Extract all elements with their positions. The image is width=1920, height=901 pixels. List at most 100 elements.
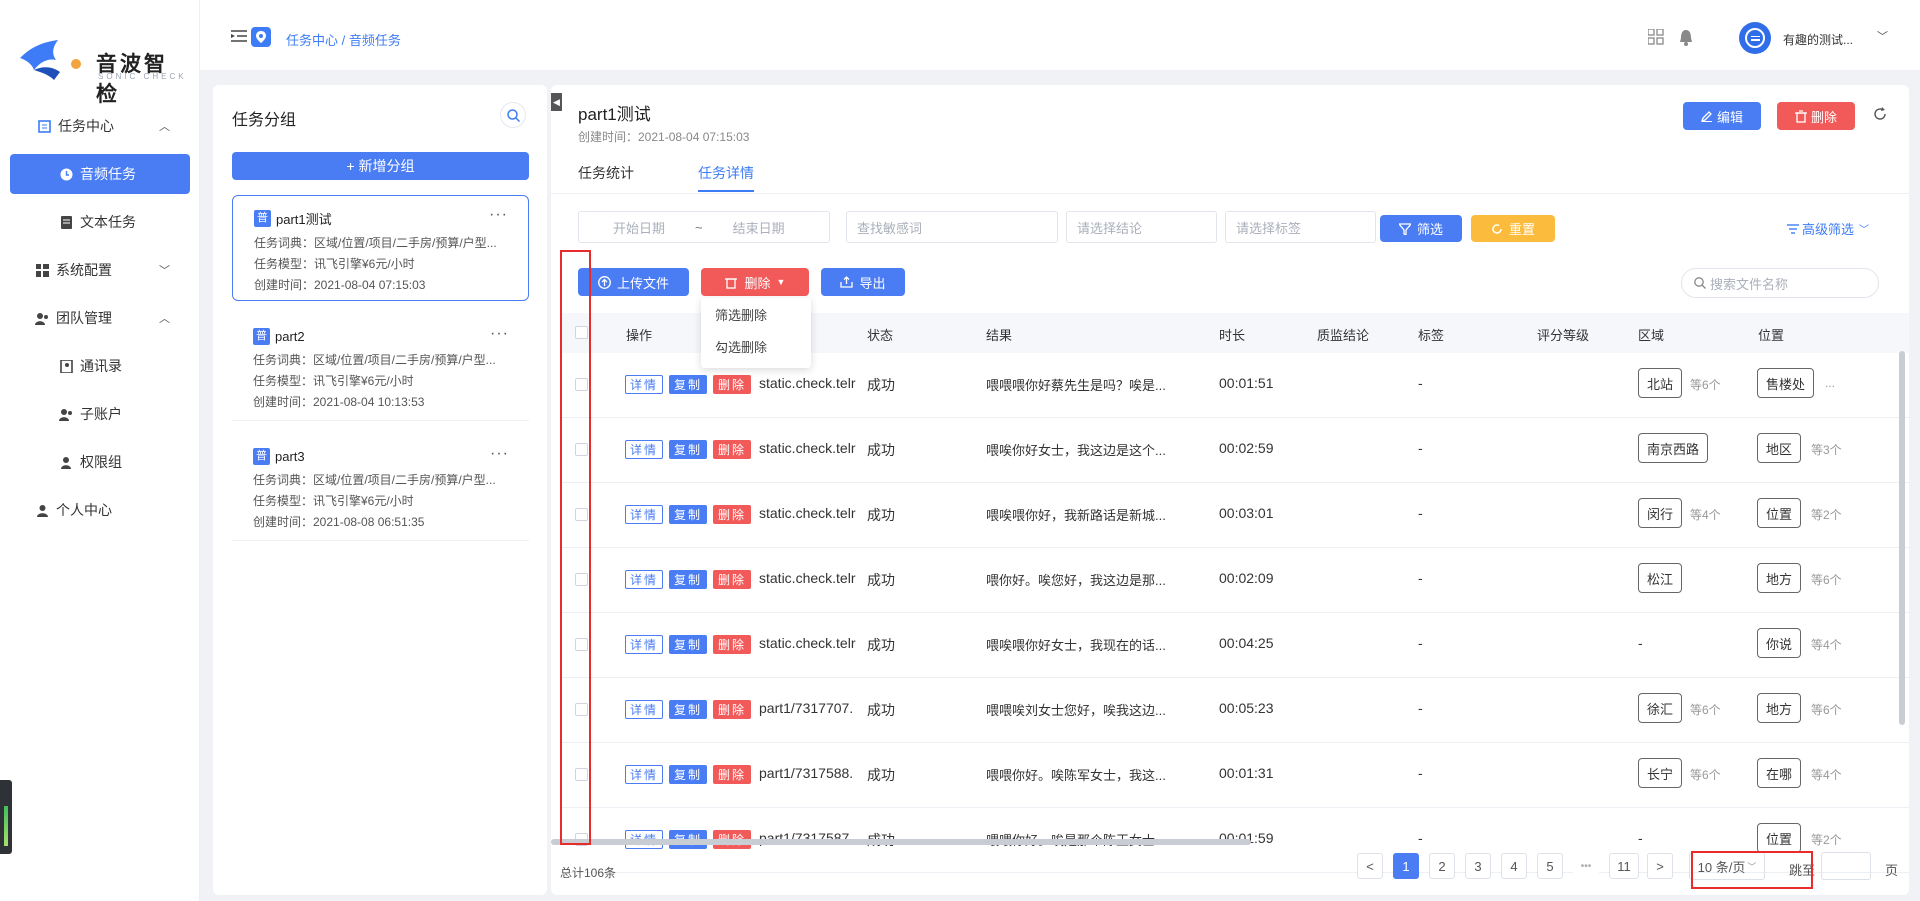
avatar[interactable] <box>1739 22 1771 54</box>
page-button[interactable]: 4 <box>1501 853 1527 879</box>
tag-select[interactable]: 请选择标签 <box>1225 211 1376 243</box>
sidebar-item-system-config[interactable]: 系统配置 ﹀ <box>10 250 190 290</box>
detail-button[interactable]: 详情 <box>625 375 663 394</box>
more-icon[interactable]: ··· <box>490 445 509 463</box>
detail-button[interactable]: 详情 <box>625 700 663 719</box>
bell-icon[interactable] <box>1679 29 1693 49</box>
group-card[interactable]: 普 part2 ··· 任务词典：区域/位置/项目/二手房/预算/户型... 任务… <box>232 315 529 421</box>
sidebar-item-task-center[interactable]: 任务中心 ︿ <box>10 106 190 146</box>
region-more-count[interactable]: 等6个 <box>1690 376 1721 393</box>
delete-row-button[interactable]: 删除 <box>713 505 751 524</box>
position-tag[interactable]: 在哪 <box>1757 758 1802 788</box>
page-button[interactable]: 3 <box>1465 853 1491 879</box>
detail-button[interactable]: 详情 <box>625 635 663 654</box>
menu-item-checked-delete[interactable]: 勾选删除 <box>701 330 811 362</box>
breadcrumb[interactable]: 任务中心 / 音频任务 <box>286 30 401 49</box>
file-name[interactable]: part1/7317707. <box>759 700 863 716</box>
bulk-delete-button[interactable]: 删除 ▼ <box>701 268 809 296</box>
delete-row-button[interactable]: 删除 <box>713 375 751 394</box>
position-more-count[interactable]: 等4个 <box>1811 636 1842 653</box>
page-button[interactable]: 5 <box>1537 853 1563 879</box>
date-range-picker[interactable]: 开始日期 ~ 结束日期 <box>578 211 830 243</box>
more-icon[interactable]: ··· <box>489 206 508 224</box>
delete-task-button[interactable]: 删除 <box>1777 102 1855 130</box>
position-more-count[interactable]: 等4个 <box>1811 766 1842 783</box>
sidebar-item-team-management[interactable]: 团队管理 ︿ <box>10 298 190 338</box>
page-ellipsis[interactable]: ••• <box>1573 853 1599 879</box>
apps-grid-icon[interactable] <box>1647 28 1664 48</box>
start-date-placeholder[interactable]: 开始日期 <box>613 218 665 237</box>
refresh-icon[interactable] <box>1873 107 1887 124</box>
file-name[interactable]: static.check.telr <box>759 635 863 651</box>
region-tag[interactable]: 徐汇 <box>1638 693 1683 723</box>
page-button[interactable]: 2 <box>1429 853 1455 879</box>
region-tag[interactable]: 北站 <box>1638 368 1683 398</box>
tab-task-statistics[interactable]: 任务统计 <box>578 163 634 183</box>
copy-button[interactable]: 复制 <box>669 440 707 459</box>
page-button[interactable]: 1 <box>1393 853 1419 879</box>
copy-button[interactable]: 复制 <box>669 570 707 589</box>
region-more-count[interactable]: 等6个 <box>1690 701 1721 718</box>
row-checkbox[interactable] <box>575 508 588 521</box>
select-all-checkbox[interactable] <box>575 326 588 339</box>
user-name[interactable]: 有趣的测试... <box>1783 31 1853 48</box>
position-more-count[interactable]: 等6个 <box>1811 701 1842 718</box>
delete-row-button[interactable]: 删除 <box>713 440 751 459</box>
edit-button[interactable]: 编辑 <box>1683 102 1761 130</box>
export-button[interactable]: 导出 <box>821 268 905 296</box>
position-more-count[interactable]: 等6个 <box>1811 571 1842 588</box>
keyword-input[interactable]: 查找敏感词 <box>846 211 1058 243</box>
row-checkbox[interactable] <box>575 638 588 651</box>
copy-button[interactable]: 复制 <box>669 375 707 394</box>
file-name[interactable]: static.check.telr <box>759 505 863 521</box>
row-checkbox[interactable] <box>575 768 588 781</box>
sidebar-item-permission-group[interactable]: 权限组 <box>10 442 190 482</box>
copy-button[interactable]: 复制 <box>669 635 707 654</box>
add-group-button[interactable]: + 新增分组 <box>232 152 529 180</box>
sidebar-item-sub-account[interactable]: 子账户 <box>10 394 190 434</box>
detail-button[interactable]: 详情 <box>625 765 663 784</box>
row-checkbox[interactable] <box>575 443 588 456</box>
menu-item-filter-delete[interactable]: 筛选删除 <box>701 298 811 330</box>
detail-button[interactable]: 详情 <box>625 505 663 524</box>
tab-task-details[interactable]: 任务详情 <box>698 163 754 192</box>
vertical-scrollbar[interactable] <box>1899 351 1905 725</box>
position-more-count[interactable]: 等2个 <box>1811 506 1842 523</box>
position-tag[interactable]: 地方 <box>1757 563 1802 593</box>
location-icon[interactable] <box>251 27 271 47</box>
detail-button[interactable]: 详情 <box>625 440 663 459</box>
row-checkbox[interactable] <box>575 573 588 586</box>
region-tag[interactable]: 南京西路 <box>1638 433 1709 463</box>
file-name[interactable]: static.check.telr <box>759 375 863 391</box>
region-tag[interactable]: 松江 <box>1638 563 1683 593</box>
jump-page-input[interactable] <box>1821 852 1871 880</box>
region-tag[interactable]: 闵行 <box>1638 498 1683 528</box>
file-name[interactable]: static.check.telr <box>759 570 863 586</box>
more-icon[interactable]: ··· <box>490 325 509 343</box>
delete-row-button[interactable]: 删除 <box>713 635 751 654</box>
upload-file-button[interactable]: 上传文件 <box>578 268 689 296</box>
menu-fold-icon[interactable] <box>231 29 247 43</box>
row-checkbox[interactable] <box>575 378 588 391</box>
detail-button[interactable]: 详情 <box>625 570 663 589</box>
row-checkbox[interactable] <box>575 703 588 716</box>
position-more-count[interactable]: ... <box>1825 376 1835 390</box>
delete-row-button[interactable]: 删除 <box>713 570 751 589</box>
reset-button[interactable]: 重置 <box>1471 215 1555 242</box>
region-more-count[interactable]: 等6个 <box>1690 766 1721 783</box>
sidebar-item-contacts[interactable]: 通讯录 <box>10 346 190 386</box>
copy-button[interactable]: 复制 <box>669 765 707 784</box>
conclusion-select[interactable]: 请选择结论 <box>1066 211 1217 243</box>
position-tag[interactable]: 你说 <box>1757 628 1802 658</box>
sidebar-item-text-task[interactable]: 文本任务 <box>10 202 190 242</box>
horizontal-scrollbar[interactable] <box>551 839 1251 845</box>
position-more-count[interactable]: 等3个 <box>1811 441 1842 458</box>
sidebar-item-audio-task[interactable]: 音频任务 <box>10 154 190 194</box>
position-more-count[interactable]: 等2个 <box>1811 831 1842 848</box>
chevron-down-icon[interactable]: ﹀ <box>1877 28 1888 44</box>
file-name[interactable]: part1/7317588. <box>759 765 863 781</box>
file-name[interactable]: static.check.telr <box>759 440 863 456</box>
position-tag[interactable]: 售楼处 <box>1757 368 1815 398</box>
copy-button[interactable]: 复制 <box>669 505 707 524</box>
end-date-placeholder[interactable]: 结束日期 <box>733 218 785 237</box>
